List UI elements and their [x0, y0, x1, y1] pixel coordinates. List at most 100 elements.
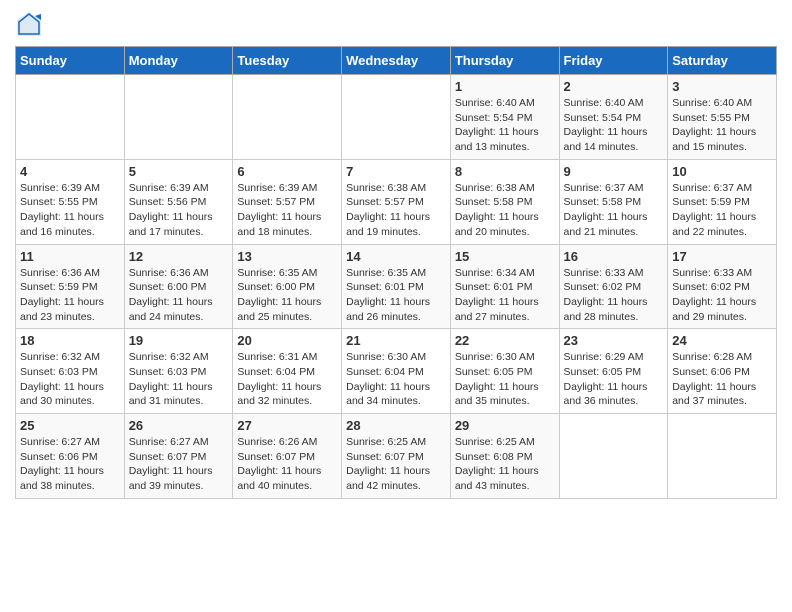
day-info: Daylight: 11 hours and 25 minutes.	[237, 295, 337, 324]
day-number: 11	[20, 249, 120, 264]
day-number: 7	[346, 164, 446, 179]
calendar-cell: 14 Sunrise: 6:35 AMSunset: 6:01 PMDayligh…	[342, 244, 451, 329]
day-number: 26	[129, 418, 229, 433]
day-info: Daylight: 11 hours and 37 minutes.	[672, 380, 772, 409]
calendar-cell: 9Sunrise: 6:37 AMSunset: 5:58 PMDaylight…	[559, 159, 668, 244]
calendar-cell: 10Sunrise: 6:37 AMSunset: 5:59 PMDayligh…	[668, 159, 777, 244]
calendar-cell: 7Sunrise: 6:38 AMSunset: 5:57 PMDaylight…	[342, 159, 451, 244]
calendar-cell: 13Sunrise: 6:35 AMSunset: 6:00 PMDayligh…	[233, 244, 342, 329]
day-info: Sunrise: 6:29 AM	[564, 350, 664, 365]
day-info: Sunset: 6:04 PM	[346, 365, 446, 380]
calendar-cell: 2Sunrise: 6:40 AMSunset: 5:54 PMDaylight…	[559, 75, 668, 160]
calendar-cell: 26Sunrise: 6:27 AMSunset: 6:07 PMDayligh…	[124, 414, 233, 499]
day-header-sunday: Sunday	[16, 47, 125, 75]
day-number: 25	[20, 418, 120, 433]
day-info: Sunset: 5:59 PM	[20, 280, 120, 295]
page-header	[15, 10, 777, 38]
day-info: Sunrise: 6:35 AM	[346, 266, 446, 281]
day-info: Daylight: 11 hours and 38 minutes.	[20, 464, 120, 493]
day-info: Daylight: 11 hours and 13 minutes.	[455, 125, 555, 154]
day-info: Daylight: 11 hours and 18 minutes.	[237, 210, 337, 239]
day-info: Sunset: 5:58 PM	[564, 195, 664, 210]
logo	[15, 10, 47, 38]
day-number: 10	[672, 164, 772, 179]
week-row-5: 25Sunrise: 6:27 AMSunset: 6:06 PMDayligh…	[16, 414, 777, 499]
day-info: Daylight: 11 hours and 17 minutes.	[129, 210, 229, 239]
day-info: Daylight: 11 hours and 15 minutes.	[672, 125, 772, 154]
day-info: Daylight: 11 hours and 32 minutes.	[237, 380, 337, 409]
calendar-cell: 4Sunrise: 6:39 AMSunset: 5:55 PMDaylight…	[16, 159, 125, 244]
calendar-cell: 12Sunrise: 6:36 AMSunset: 6:00 PMDayligh…	[124, 244, 233, 329]
day-info: Sunrise: 6:35 AM	[237, 266, 337, 281]
day-info: Sunset: 6:01 PM	[346, 280, 446, 295]
day-info: Sunset: 5:59 PM	[672, 195, 772, 210]
day-info: Sunrise: 6:25 AM	[455, 435, 555, 450]
day-info: Sunrise: 6:25 AM	[346, 435, 446, 450]
day-info: Sunset: 6:02 PM	[672, 280, 772, 295]
day-number: 14	[346, 249, 446, 264]
day-header-wednesday: Wednesday	[342, 47, 451, 75]
day-info: Daylight: 11 hours and 14 minutes.	[564, 125, 664, 154]
day-info: Sunset: 5:55 PM	[20, 195, 120, 210]
calendar-cell: 15Sunrise: 6:34 AMSunset: 6:01 PMDayligh…	[450, 244, 559, 329]
day-info: Daylight: 11 hours and 39 minutes.	[129, 464, 229, 493]
day-number: 18	[20, 333, 120, 348]
week-row-2: 4Sunrise: 6:39 AMSunset: 5:55 PMDaylight…	[16, 159, 777, 244]
day-info: Sunset: 6:05 PM	[455, 365, 555, 380]
day-number: 19	[129, 333, 229, 348]
day-info: Daylight: 11 hours and 35 minutes.	[455, 380, 555, 409]
day-info: Sunset: 5:57 PM	[346, 195, 446, 210]
day-info: Sunset: 6:07 PM	[129, 450, 229, 465]
calendar-cell	[233, 75, 342, 160]
day-info: Daylight: 11 hours and 27 minutes.	[455, 295, 555, 324]
day-number: 12	[129, 249, 229, 264]
calendar-cell: 29Sunrise: 6:25 AMSunset: 6:08 PMDayligh…	[450, 414, 559, 499]
day-info: Sunrise: 6:38 AM	[455, 181, 555, 196]
day-info: Sunrise: 6:30 AM	[346, 350, 446, 365]
day-info: Sunrise: 6:39 AM	[20, 181, 120, 196]
day-number: 2	[564, 79, 664, 94]
day-info: Sunrise: 6:32 AM	[129, 350, 229, 365]
day-info: Daylight: 11 hours and 30 minutes.	[20, 380, 120, 409]
calendar-cell: 27Sunrise: 6:26 AMSunset: 6:07 PMDayligh…	[233, 414, 342, 499]
calendar-cell: 24Sunrise: 6:28 AMSunset: 6:06 PMDayligh…	[668, 329, 777, 414]
day-number: 17	[672, 249, 772, 264]
day-number: 15	[455, 249, 555, 264]
day-info: Daylight: 11 hours and 42 minutes.	[346, 464, 446, 493]
week-row-4: 18Sunrise: 6:32 AMSunset: 6:03 PMDayligh…	[16, 329, 777, 414]
calendar-cell	[559, 414, 668, 499]
day-info: Daylight: 11 hours and 19 minutes.	[346, 210, 446, 239]
calendar-cell: 22Sunrise: 6:30 AMSunset: 6:05 PMDayligh…	[450, 329, 559, 414]
header-row: SundayMondayTuesdayWednesdayThursdayFrid…	[16, 47, 777, 75]
day-info: Daylight: 11 hours and 26 minutes.	[346, 295, 446, 324]
calendar-cell: 28Sunrise: 6:25 AMSunset: 6:07 PMDayligh…	[342, 414, 451, 499]
calendar-cell	[16, 75, 125, 160]
calendar-cell: 19Sunrise: 6:32 AMSunset: 6:03 PMDayligh…	[124, 329, 233, 414]
day-info: Sunrise: 6:39 AM	[129, 181, 229, 196]
day-info: Sunset: 5:55 PM	[672, 111, 772, 126]
day-info: Daylight: 11 hours and 24 minutes.	[129, 295, 229, 324]
calendar-cell: 3 Sunrise: 6:40 AMSunset: 5:55 PMDaylight…	[668, 75, 777, 160]
calendar-cell	[668, 414, 777, 499]
day-number: 3	[672, 79, 772, 94]
calendar-cell	[124, 75, 233, 160]
calendar-table: SundayMondayTuesdayWednesdayThursdayFrid…	[15, 46, 777, 499]
day-info: Daylight: 11 hours and 31 minutes.	[129, 380, 229, 409]
day-info: Sunset: 6:06 PM	[672, 365, 772, 380]
calendar-cell: 25Sunrise: 6:27 AMSunset: 6:06 PMDayligh…	[16, 414, 125, 499]
day-number: 16	[564, 249, 664, 264]
calendar-cell: 5Sunrise: 6:39 AMSunset: 5:56 PMDaylight…	[124, 159, 233, 244]
day-header-friday: Friday	[559, 47, 668, 75]
day-number: 29	[455, 418, 555, 433]
day-info: Daylight: 11 hours and 36 minutes.	[564, 380, 664, 409]
day-info: Sunset: 6:01 PM	[455, 280, 555, 295]
day-info: Sunrise: 6:40 AM	[455, 96, 555, 111]
day-info: Daylight: 11 hours and 29 minutes.	[672, 295, 772, 324]
day-info: Sunset: 5:54 PM	[455, 111, 555, 126]
day-number: 4	[20, 164, 120, 179]
day-info: Sunrise: 6:37 AM	[564, 181, 664, 196]
day-info: Sunset: 6:02 PM	[564, 280, 664, 295]
day-info: Sunset: 5:58 PM	[455, 195, 555, 210]
day-info: Sunrise: 6:40 AM	[672, 96, 772, 111]
day-info: Sunrise: 6:26 AM	[237, 435, 337, 450]
